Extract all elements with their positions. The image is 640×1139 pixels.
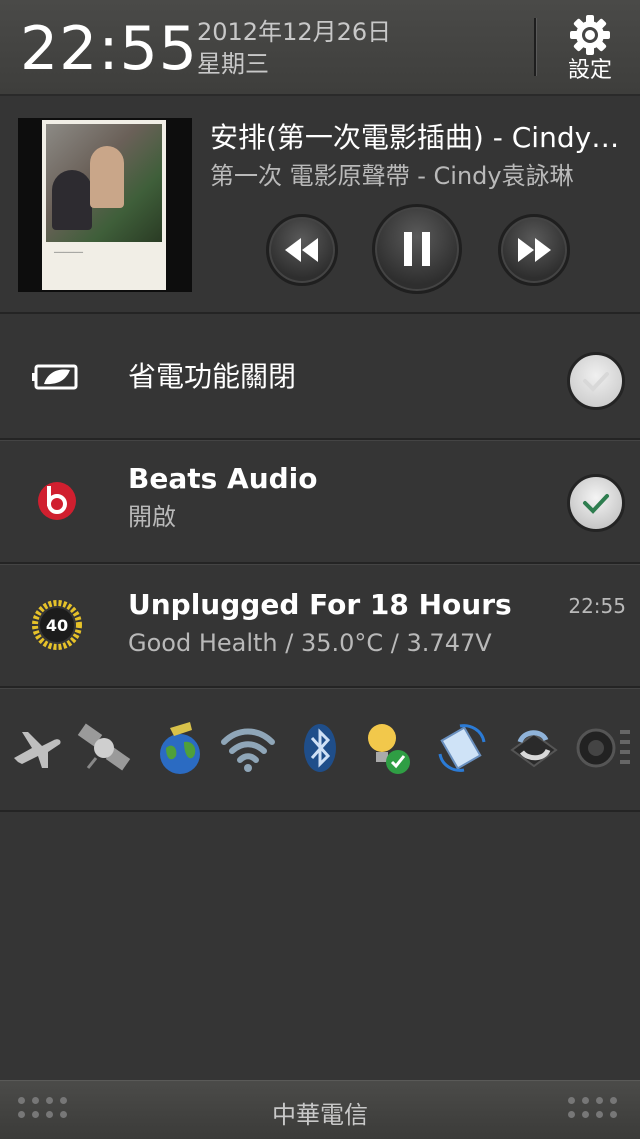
rewind-icon <box>285 238 318 262</box>
beats-audio-icon <box>38 482 76 520</box>
carrier-label: 中華電信 <box>272 1101 368 1129</box>
track-artist: 第一次 電影原聲帶 - Cindy袁詠琳 <box>210 162 574 190</box>
drag-handle-right-icon[interactable] <box>568 1097 624 1125</box>
check-icon <box>583 372 609 392</box>
date: 2012年12月26日 <box>197 18 392 46</box>
sound-icon[interactable] <box>576 718 632 778</box>
battery-gauge-icon: 40 <box>32 600 82 650</box>
notification-header: 22:55 2012年12月26日 星期三 設定 <box>0 0 640 96</box>
fast-forward-icon <box>518 238 551 262</box>
bluetooth-icon[interactable] <box>292 718 348 778</box>
beats-audio-title: Beats Audio <box>128 462 318 495</box>
gps-satellite-icon[interactable] <box>76 718 132 778</box>
beats-audio-status: 開啟 <box>128 503 176 531</box>
clock: 22:55 <box>20 14 198 84</box>
gear-icon <box>570 15 610 55</box>
album-art[interactable]: ────── <box>18 118 192 292</box>
mobile-data-globe-icon[interactable] <box>152 718 208 778</box>
fast-forward-button[interactable] <box>498 214 570 286</box>
power-saver-icon <box>32 364 78 390</box>
check-icon <box>583 494 609 514</box>
pause-button[interactable] <box>372 204 462 294</box>
power-saver-label: 省電功能關閉 <box>128 360 297 393</box>
track-title[interactable]: 安排(第一次電影插曲) - Cindy袁詠琳 <box>210 120 630 156</box>
weekday: 星期三 <box>197 50 269 78</box>
battery-title: Unplugged For 18 Hours <box>128 588 512 621</box>
rewind-button[interactable] <box>266 214 338 286</box>
battery-row[interactable]: 40 Unplugged For 18 Hours Good Health / … <box>0 564 640 688</box>
power-saver-row[interactable]: 省電功能關閉 <box>0 316 640 440</box>
settings-button[interactable]: 設定 <box>550 10 630 88</box>
battery-details: Good Health / 35.0°C / 3.747V <box>128 629 492 657</box>
header-divider <box>534 18 536 76</box>
sync-icon[interactable] <box>506 718 562 778</box>
footer-bar[interactable]: 中華電信 <box>0 1080 640 1139</box>
beats-audio-row[interactable]: Beats Audio 開啟 <box>0 440 640 564</box>
flashlight-icon[interactable] <box>360 718 416 778</box>
battery-timestamp: 22:55 <box>568 594 626 618</box>
pause-icon <box>404 232 430 266</box>
battery-level-text: 40 <box>46 616 68 635</box>
power-saver-checkbox[interactable] <box>567 352 625 410</box>
auto-rotate-icon[interactable] <box>434 718 490 778</box>
quick-toggles-bar <box>0 688 640 812</box>
wifi-icon[interactable] <box>220 718 276 778</box>
settings-label: 設定 <box>567 58 612 83</box>
beats-audio-checkbox[interactable] <box>567 474 625 532</box>
airplane-icon[interactable] <box>8 718 64 778</box>
album-cover: ────── <box>42 120 166 290</box>
